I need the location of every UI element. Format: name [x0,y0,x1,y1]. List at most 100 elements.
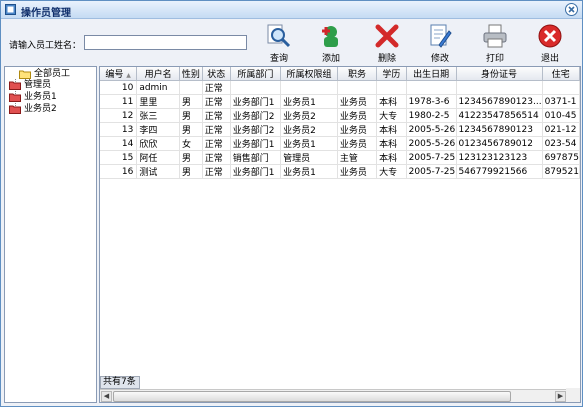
table-cell: 张三 [136,108,180,123]
table-cell: 大专 [376,164,407,179]
column-header-id[interactable]: 编号 ▲ [100,67,138,81]
scroll-left-arrow[interactable]: ◀ [101,391,112,402]
table-cell: 女 [179,136,203,151]
table-cell: 业务部门1 [230,94,282,109]
table-cell: 管理员 [280,150,338,165]
table-cell: 15 [100,150,138,165]
table-cell: 16 [100,164,138,179]
table-cell [337,80,378,95]
table-cell: 本科 [376,136,407,151]
table-cell: 1234567890123... [456,94,543,109]
close-icon[interactable] [565,3,578,16]
column-header-status[interactable]: 状态 [202,67,231,81]
table-cell: 男 [179,150,203,165]
table-cell: 13 [100,122,138,137]
table-cell: 12 [100,108,138,123]
table-cell: 正常 [202,94,231,109]
table-cell: 010-45 [542,108,580,123]
magnifier-icon [267,24,291,48]
table-cell [179,80,203,95]
edit-document-icon [430,24,452,48]
table-row[interactable]: 11 里里男正常 业务部门1 业务员1 业务员 本科 1978-3-6 12345678901… [100,94,580,109]
table-cell: 业务员1 [280,164,338,179]
table-cell: 业务员 [337,136,378,151]
window-title: 操作员管理 [21,8,71,19]
table-cell: 1234567890123 [456,122,543,137]
table-cell: 销售部门 [230,150,282,165]
scroll-right-arrow[interactable]: ▶ [555,391,566,402]
operator-management-window: 操作员管理 请输入员工姓名： 查询 添加 删除 修改 打印 退出 全部员工 管理… [0,0,583,407]
table-cell: 021-12 [542,122,580,137]
table-cell: 业务员2 [280,122,338,137]
table-cell: 业务员 [337,122,378,137]
table-cell [376,80,407,95]
table-body: 10 admin 正常 11 里里男正常 业务部门1 业务员1 业务员 本科 1978-3-6 12… [100,80,580,179]
table-row[interactable]: 12 张三男正常 业务部门2 业务员2 业务员 大专 1980-2-5 41223547856… [100,108,580,123]
table-cell: 男 [179,164,203,179]
edit-button[interactable]: 修改 [423,23,457,64]
table-row[interactable]: 10 admin 正常 [100,80,580,95]
sort-ascending-icon: ▲ [126,72,131,79]
table-cell: 业务员 [337,108,378,123]
table-cell [280,80,338,95]
table-cell: 欣欣 [136,136,180,151]
table-cell: 697875 [542,150,580,165]
table-cell: 本科 [376,150,407,165]
delete-button[interactable]: 删除 [370,23,404,64]
folder-open-icon [19,70,31,79]
table-cell: 男 [179,94,203,109]
table-cell: 10 [100,80,138,95]
table-cell: admin [136,80,180,95]
table-cell: 里里 [136,94,180,109]
table-cell: 业务部门1 [230,164,282,179]
column-header-gender[interactable]: 性别 [179,67,203,81]
table-row[interactable]: 14 欣欣女正常 业务部门1 业务员1 业务员 本科 2005-5-26 0123456789… [100,136,580,151]
table-cell: 男 [179,108,203,123]
table-cell: 正常 [202,136,231,151]
table-cell [456,80,543,95]
column-header-username[interactable]: 用户名 [136,67,180,81]
column-header-education[interactable]: 学历 [376,67,407,81]
folder-red-icon [9,93,21,102]
table-cell: 1980-2-5 [406,108,457,123]
table-cell: 阿任 [136,150,180,165]
table-cell [542,80,580,95]
table-cell: 正常 [202,164,231,179]
table-cell: 男 [179,122,203,137]
column-header-position[interactable]: 职务 [337,67,378,81]
table-cell: 业务部门1 [230,136,282,151]
add-button[interactable]: 添加 [314,23,348,64]
table-cell: 2005-7-25 [406,150,457,165]
table-cell: 李四 [136,122,180,137]
table-row[interactable]: 15 阿任男正常 销售部门 管理员 主管 本科 2005-7-25 123123123123 6… [100,150,580,165]
query-button[interactable]: 查询 [262,23,296,64]
horizontal-scrollbar[interactable]: ◀ ▶ [100,389,567,402]
table-cell: 测试 [136,164,180,179]
table-cell: 正常 [202,150,231,165]
table-cell: 业务员1 [280,136,338,151]
column-header-department[interactable]: 所属部门 [230,67,282,81]
table-cell: 879521 [542,164,580,179]
column-header-residence[interactable]: 住宅 [542,67,580,81]
table-cell: 主管 [337,150,378,165]
column-header-birthdate[interactable]: 出生日期 [406,67,457,81]
scroll-thumb[interactable] [113,391,511,402]
printer-icon [483,24,507,48]
table-row[interactable]: 16 测试男正常 业务部门1 业务员1 业务员 大专 2005-7-25 5467799215… [100,164,580,179]
column-header-permission-group[interactable]: 所属权限组 [280,67,338,81]
department-tree: 全部员工 管理员 业务员1 业务员2 [4,66,97,403]
table-row[interactable]: 13 李四男正常 业务部门2 业务员2 业务员 本科 2005-5-26 1234567890… [100,122,580,137]
table-cell: 本科 [376,94,407,109]
column-header-id-number[interactable]: 身份证号 [456,67,543,81]
table-cell: 14 [100,136,138,151]
table-cell [406,80,457,95]
print-button[interactable]: 打印 [478,23,512,64]
employee-name-input[interactable] [84,35,247,50]
size-grip [566,388,580,402]
table-cell: 0123456789012 [456,136,543,151]
record-count: 共有7条 [100,376,140,389]
table-header-row: 编号 ▲ 用户名 性别 状态 所属部门 所属权限组 职务 学历 出生日期 身份证… [100,67,580,81]
table-cell: 546779921566 [456,164,543,179]
table-cell: 41223547856514 [456,108,543,123]
exit-button[interactable]: 退出 [533,23,567,64]
